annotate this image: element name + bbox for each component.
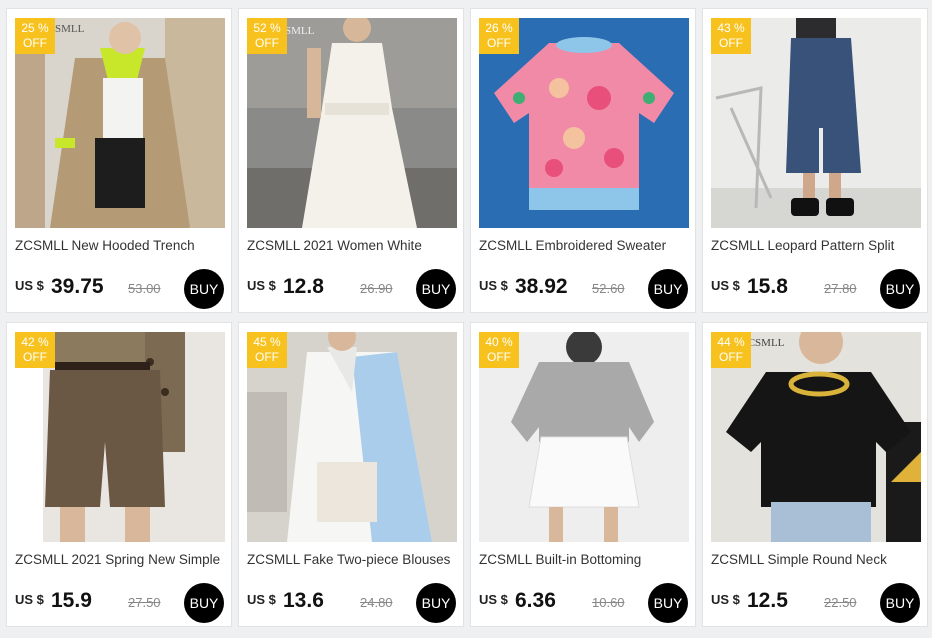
discount-off-label: OFF (487, 36, 511, 50)
discount-badge: 25 % OFF (15, 18, 55, 54)
buy-button[interactable]: BUY (416, 583, 456, 623)
discount-badge: 26 % OFF (479, 18, 519, 54)
product-card[interactable]: SMLL 52 % OFF ZCSMLL 2021 Women White US… (238, 8, 464, 313)
product-title[interactable]: ZCSMLL 2021 Spring New Simple (15, 552, 227, 567)
product-image[interactable]: 26 % OFF (479, 18, 689, 228)
discount-percent: 45 % (253, 335, 281, 349)
sale-price: 38.92 (515, 275, 568, 298)
sale-price: 6.36 (515, 589, 556, 612)
discount-badge: 44 % OFF (711, 332, 751, 368)
product-card[interactable]: ZCSMLL 44 % OFF ZCSMLL Simple Round Neck… (702, 322, 928, 627)
product-title[interactable]: ZCSMLL New Hooded Trench (15, 238, 227, 253)
discount-percent: 52 % (253, 21, 281, 35)
discount-percent: 26 % (485, 21, 513, 35)
discount-badge: 42 % OFF (15, 332, 55, 368)
product-image[interactable]: 40 % OFF (479, 332, 689, 542)
discount-percent: 43 % (717, 21, 745, 35)
product-title[interactable]: ZCSMLL Built-in Bottoming (479, 552, 691, 567)
discount-off-label: OFF (719, 36, 743, 50)
buy-button[interactable]: BUY (416, 269, 456, 309)
discount-off-label: OFF (255, 350, 279, 364)
original-price: 27.50 (128, 595, 161, 610)
product-card[interactable]: 45 % OFF ZCSMLL Fake Two-piece Blouses U… (238, 322, 464, 627)
product-grid: SMLL 25 % OFF ZCSMLL New Hooded Trench U… (6, 8, 928, 627)
product-title[interactable]: ZCSMLL 2021 Women White (247, 238, 459, 253)
original-price: 22.50 (824, 595, 857, 610)
buy-button[interactable]: BUY (880, 583, 920, 623)
discount-off-label: OFF (23, 36, 47, 50)
currency-label: US $ (15, 278, 44, 293)
discount-badge: 45 % OFF (247, 332, 287, 368)
product-image[interactable]: 43 % OFF (711, 18, 921, 228)
currency-label: US $ (479, 592, 508, 607)
sale-price: 15.9 (51, 589, 92, 612)
buy-button[interactable]: BUY (648, 583, 688, 623)
svg-text:SMLL: SMLL (55, 23, 85, 35)
product-card[interactable]: 43 % OFF ZCSMLL Leopard Pattern Split US… (702, 8, 928, 313)
buy-button[interactable]: BUY (184, 269, 224, 309)
product-image[interactable]: ZCSMLL 44 % OFF (711, 332, 921, 542)
currency-label: US $ (247, 592, 276, 607)
sale-price: 12.5 (747, 589, 788, 612)
currency-label: US $ (711, 592, 740, 607)
product-title[interactable]: ZCSMLL Embroidered Sweater (479, 238, 691, 253)
sale-price: 39.75 (51, 275, 104, 298)
sale-price: 12.8 (283, 275, 324, 298)
discount-off-label: OFF (23, 350, 47, 364)
discount-off-label: OFF (719, 350, 743, 364)
product-image[interactable]: 42 % OFF (15, 332, 225, 542)
product-title[interactable]: ZCSMLL Leopard Pattern Split (711, 238, 923, 253)
currency-label: US $ (15, 592, 44, 607)
buy-button[interactable]: BUY (880, 269, 920, 309)
product-title[interactable]: ZCSMLL Fake Two-piece Blouses (247, 552, 459, 567)
discount-percent: 44 % (717, 335, 745, 349)
product-card[interactable]: 40 % OFF ZCSMLL Built-in Bottoming US $ … (470, 322, 696, 627)
currency-label: US $ (247, 278, 276, 293)
original-price: 24.80 (360, 595, 393, 610)
product-card[interactable]: SMLL 25 % OFF ZCSMLL New Hooded Trench U… (6, 8, 232, 313)
svg-text:SMLL: SMLL (285, 25, 315, 37)
discount-badge: 43 % OFF (711, 18, 751, 54)
currency-label: US $ (711, 278, 740, 293)
product-card[interactable]: 42 % OFF ZCSMLL 2021 Spring New Simple U… (6, 322, 232, 627)
product-card[interactable]: 26 % OFF ZCSMLL Embroidered Sweater US $… (470, 8, 696, 313)
product-image[interactable]: 45 % OFF (247, 332, 457, 542)
original-price: 10.60 (592, 595, 625, 610)
product-image[interactable]: SMLL 25 % OFF (15, 18, 225, 228)
sale-price: 13.6 (283, 589, 324, 612)
original-price: 52.60 (592, 281, 625, 296)
discount-off-label: OFF (255, 36, 279, 50)
product-image[interactable]: SMLL 52 % OFF (247, 18, 457, 228)
discount-badge: 40 % OFF (479, 332, 519, 368)
discount-percent: 25 % (21, 21, 49, 35)
currency-label: US $ (479, 278, 508, 293)
buy-button[interactable]: BUY (648, 269, 688, 309)
discount-off-label: OFF (487, 350, 511, 364)
discount-percent: 42 % (21, 335, 49, 349)
original-price: 53.00 (128, 281, 161, 296)
buy-button[interactable]: BUY (184, 583, 224, 623)
product-title[interactable]: ZCSMLL Simple Round Neck (711, 552, 923, 567)
discount-badge: 52 % OFF (247, 18, 287, 54)
sale-price: 15.8 (747, 275, 788, 298)
original-price: 27.80 (824, 281, 857, 296)
discount-percent: 40 % (485, 335, 513, 349)
original-price: 26.90 (360, 281, 393, 296)
